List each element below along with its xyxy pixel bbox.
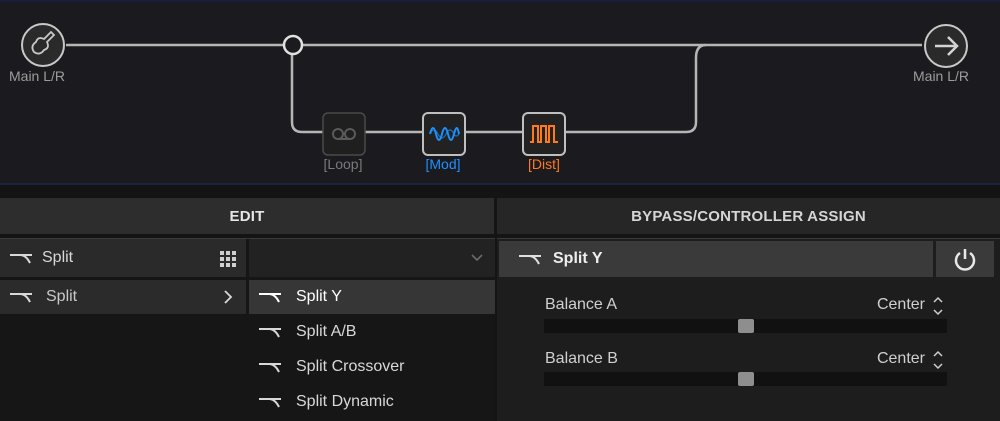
model-item-split-dynamic[interactable]: Split Dynamic: [249, 385, 495, 419]
split-icon: [10, 293, 32, 303]
power-button[interactable]: [936, 241, 994, 277]
split-icon: [259, 328, 281, 338]
model-item-label: Split Dynamic: [296, 393, 394, 410]
parameter-header: Split Y: [499, 241, 933, 277]
loop-block[interactable]: [322, 112, 366, 156]
category-item-split[interactable]: Split: [0, 280, 246, 314]
model-item-split-y[interactable]: Split Y: [249, 280, 495, 314]
balance-b-slider[interactable]: [544, 372, 947, 386]
tab-bypass-controller-assign[interactable]: BYPASS/CONTROLLER ASSIGN: [497, 198, 1000, 234]
model-item-label: Split Crossover: [296, 358, 405, 375]
model-item-label: Split A/B: [296, 323, 357, 340]
model-item-split-ab[interactable]: Split A/B: [249, 315, 495, 349]
split-icon: [259, 363, 281, 373]
parameter-header-title: Split Y: [553, 250, 603, 267]
balance-a-stepper-icon[interactable]: [933, 295, 943, 317]
input-label: Main L/R: [9, 68, 66, 84]
split-icon: [10, 254, 32, 264]
model-item-label: Split Y: [296, 288, 342, 305]
category-item-label: Split: [46, 288, 78, 305]
category-header-label: Split: [42, 249, 74, 266]
split-icon: [259, 398, 281, 408]
dist-block[interactable]: [522, 112, 566, 156]
output-arrow-icon[interactable]: [922, 23, 970, 71]
chevron-down-icon[interactable]: [471, 254, 483, 262]
mod-block-label: [Mod]: [425, 156, 461, 172]
category-header[interactable]: Split: [0, 239, 246, 277]
split-icon: [259, 293, 281, 303]
balance-b-slider-thumb[interactable]: [737, 372, 754, 386]
balance-a-slider-thumb[interactable]: [737, 319, 754, 333]
loop-block-label: [Loop]: [323, 156, 363, 172]
balance-b-value[interactable]: Center: [847, 350, 925, 368]
parameter-panel: Split Y Balance A Center Balance B Cente…: [497, 238, 1000, 421]
balance-b-label: Balance B: [545, 350, 618, 367]
balance-a-label: Balance A: [545, 296, 618, 313]
edit-panel: Split Split Split Y Split A/B Split Cros…: [0, 238, 495, 421]
dist-block-label: [Dist]: [528, 156, 560, 172]
model-item-split-crossover[interactable]: Split Crossover: [249, 350, 495, 384]
signal-chain: Main L/R Main L/R [Loop] [Mod] [Dist]: [0, 0, 1000, 185]
balance-a-value[interactable]: Center: [847, 296, 925, 314]
split-node-icon[interactable]: [281, 34, 305, 58]
guitar-input-icon[interactable]: [20, 22, 66, 68]
power-icon: [954, 249, 976, 271]
output-label: Main L/R: [913, 68, 970, 84]
signal-path-lines: [66, 43, 922, 134]
model-list-header[interactable]: [249, 239, 495, 277]
chevron-right-icon[interactable]: [223, 290, 233, 304]
balance-b-stepper-icon[interactable]: [933, 349, 943, 371]
mod-block[interactable]: [422, 112, 466, 156]
split-icon: [519, 255, 541, 265]
tab-edit[interactable]: EDIT: [0, 198, 494, 234]
grid-icon[interactable]: [220, 251, 236, 267]
balance-a-slider[interactable]: [544, 319, 947, 333]
